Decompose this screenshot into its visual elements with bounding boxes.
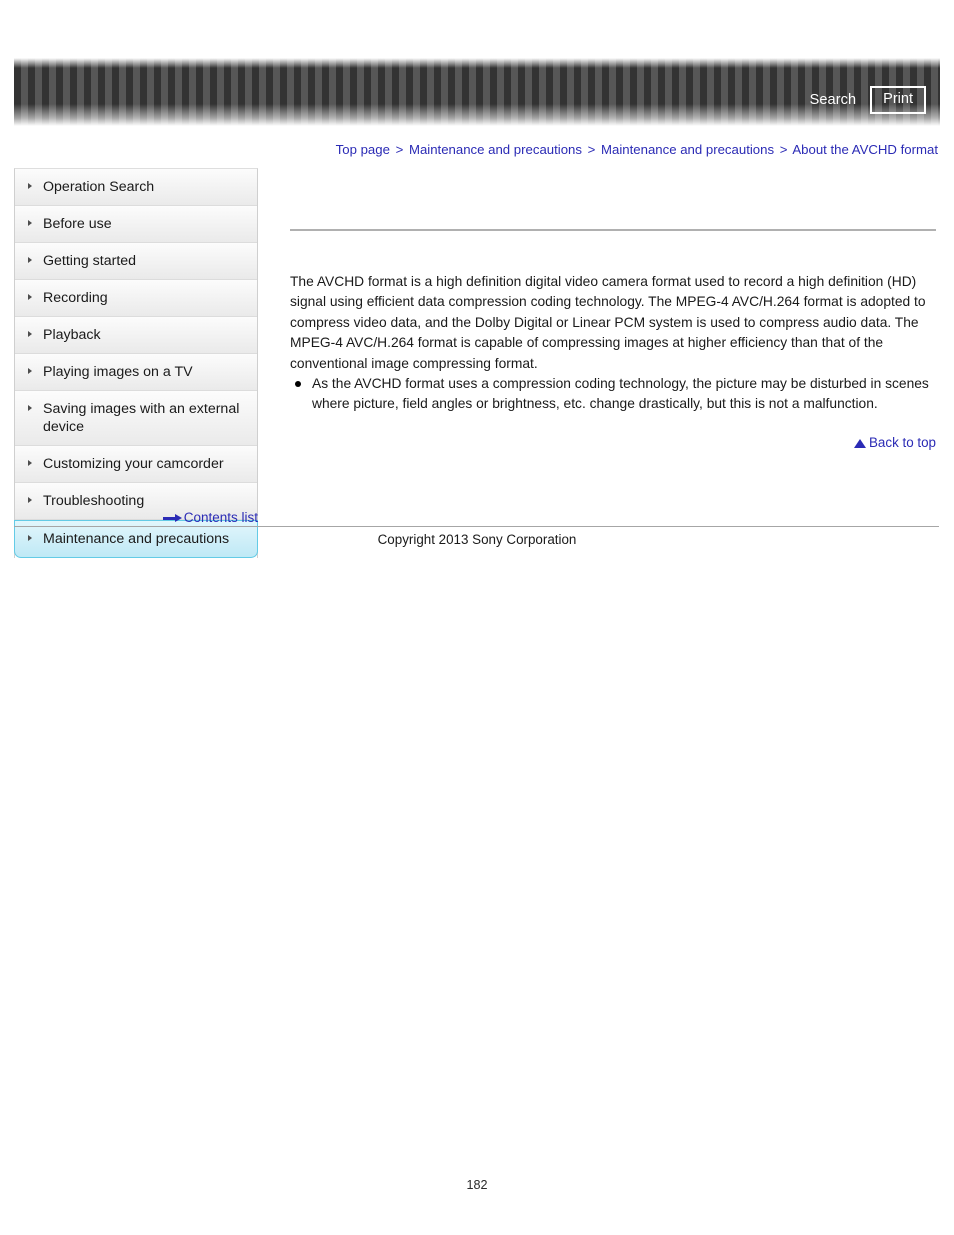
chevron-right-icon (28, 368, 32, 374)
chevron-right-icon (28, 405, 32, 411)
chevron-right-icon (28, 294, 32, 300)
main-content: The AVCHD format is a high definition di… (290, 182, 936, 450)
chevron-right-icon (28, 331, 32, 337)
sidebar-item-recording[interactable]: Recording (15, 280, 257, 317)
sidebar-item-label: Recording (43, 290, 108, 306)
breadcrumb-separator: > (395, 142, 404, 157)
sidebar-item-label: Playing images on a TV (43, 364, 193, 380)
page-number: 182 (466, 1178, 488, 1192)
sidebar-item-label: Operation Search (43, 179, 155, 195)
breadcrumb-separator: > (779, 142, 788, 157)
breadcrumb-item-top-page[interactable]: Top page (336, 142, 390, 157)
sidebar-item-getting-started[interactable]: Getting started (15, 243, 257, 280)
title-divider (290, 229, 936, 231)
breadcrumb-item-maintenance-2[interactable]: Maintenance and precautions (601, 142, 774, 157)
sidebar-item-operation-search[interactable]: Operation Search (15, 169, 257, 206)
chevron-right-icon (28, 183, 32, 189)
header-banner: Search Print (14, 58, 940, 126)
sidebar-item-label: Troubleshooting (43, 493, 145, 509)
back-to-top-label: Back to top (869, 434, 936, 450)
sidebar-item-customizing-your-camcorder[interactable]: Customizing your camcorder (15, 446, 257, 483)
search-link[interactable]: Search (810, 92, 857, 108)
back-to-top-row: Back to top (290, 435, 936, 450)
header-tools: Search Print (810, 86, 926, 114)
sidebar-item-label: Customizing your camcorder (43, 456, 224, 472)
sidebar-item-playback[interactable]: Playback (15, 317, 257, 354)
contents-list-row: Contents list (14, 510, 258, 525)
sidebar-item-label: Playback (43, 327, 101, 343)
chevron-right-icon (28, 257, 32, 263)
breadcrumb: Top page > Maintenance and precautions >… (290, 142, 938, 157)
chevron-right-icon (28, 497, 32, 503)
sidebar-item-label: Before use (43, 216, 112, 232)
contents-list-link[interactable]: Contents list (162, 510, 258, 525)
chevron-right-icon (28, 220, 32, 226)
arrow-right-icon (162, 514, 182, 523)
chevron-right-icon (28, 460, 32, 466)
bullet-icon (295, 381, 301, 388)
breadcrumb-separator: > (587, 142, 596, 157)
triangle-up-icon (854, 438, 866, 448)
notes-list: As the AVCHD format uses a compression c… (290, 374, 936, 415)
page-title (290, 182, 936, 218)
sidebar-item-label: Getting started (43, 253, 137, 269)
sidebar-navigation: Operation Search Before use Getting star… (14, 168, 258, 558)
copyright-text: Copyright 2013 Sony Corporation (377, 532, 577, 547)
sidebar-item-playing-images-on-a-tv[interactable]: Playing images on a TV (15, 354, 257, 391)
contents-list-label: Contents list (183, 510, 258, 525)
header-stripe-pattern (14, 58, 940, 126)
body-paragraph: The AVCHD format is a high definition di… (290, 274, 926, 371)
print-button[interactable]: Print (870, 86, 926, 114)
sidebar-item-label: Saving images with an external device (43, 401, 240, 435)
sidebar-item-saving-images-external-device[interactable]: Saving images with an external device (15, 391, 257, 446)
sidebar-item-before-use[interactable]: Before use (15, 206, 257, 243)
back-to-top-link[interactable]: Back to top (854, 435, 936, 450)
breadcrumb-item-about-avchd-format[interactable]: About the AVCHD format (792, 142, 938, 157)
list-item-text: As the AVCHD format uses a compression c… (312, 376, 929, 412)
list-item: As the AVCHD format uses a compression c… (290, 374, 936, 415)
footer-divider (14, 526, 939, 527)
breadcrumb-item-maintenance-1[interactable]: Maintenance and precautions (409, 142, 582, 157)
